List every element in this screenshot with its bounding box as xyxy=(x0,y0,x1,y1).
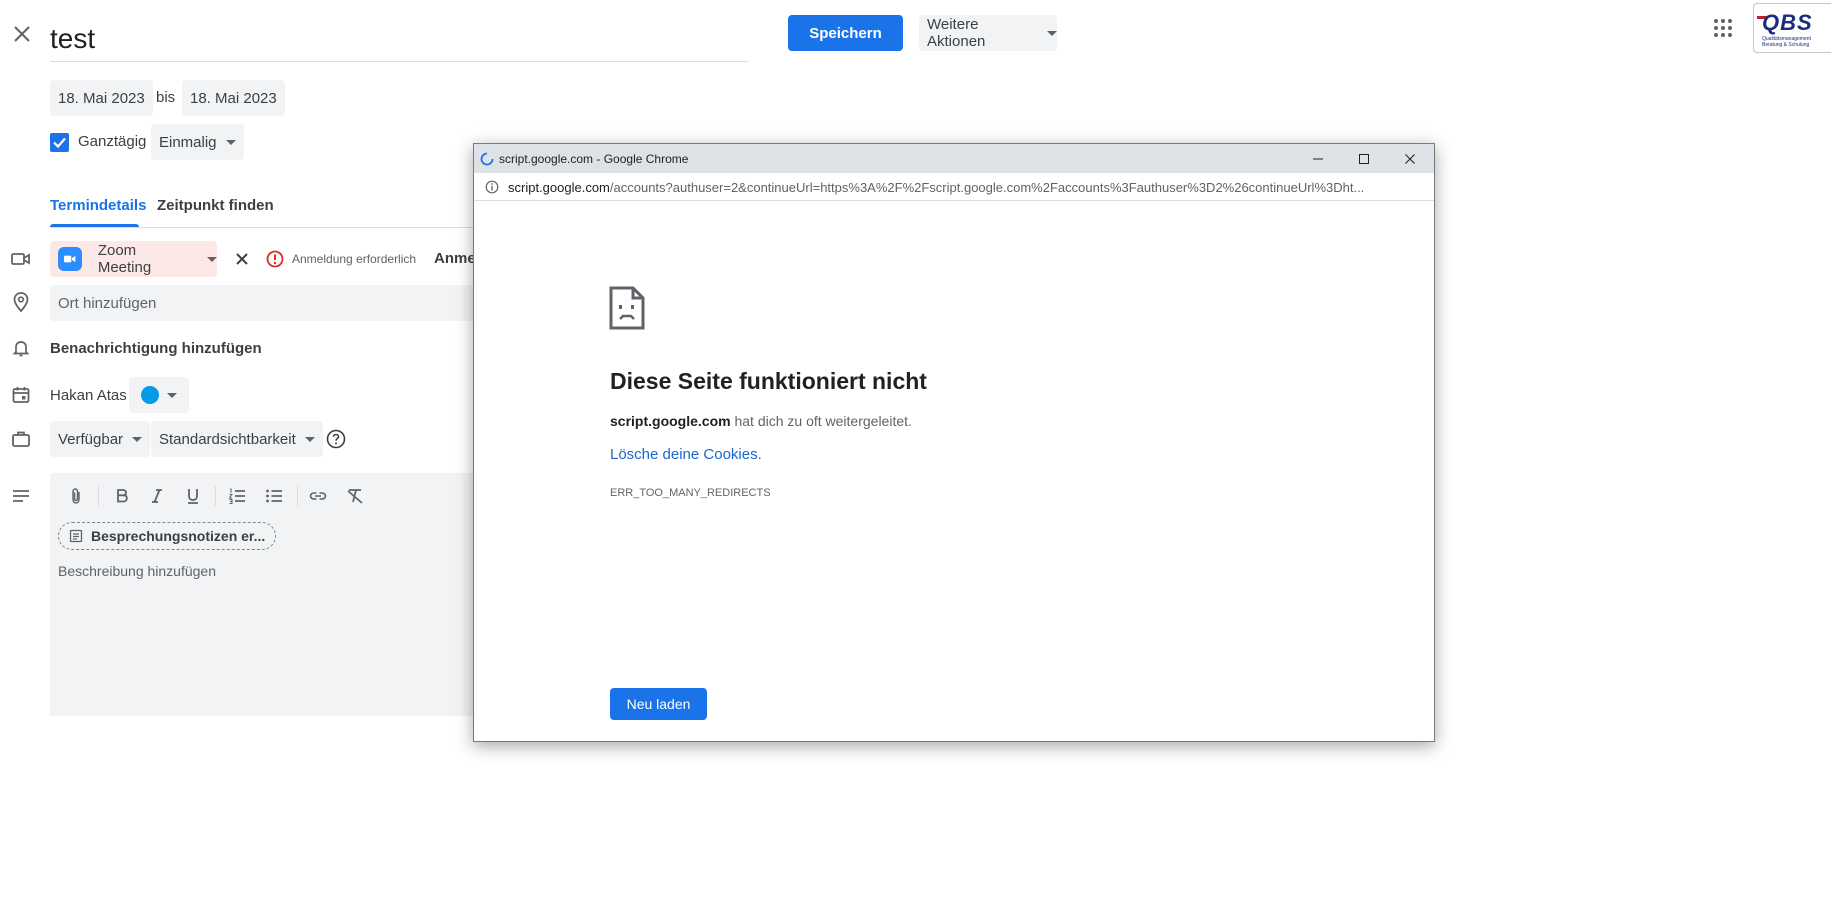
alert-icon xyxy=(265,249,285,269)
chevron-down-icon xyxy=(167,392,177,398)
bulleted-list-icon[interactable] xyxy=(264,486,284,506)
numbered-list-icon[interactable] xyxy=(227,486,247,506)
tabs-divider xyxy=(50,227,480,228)
more-actions-button[interactable]: Weitere Aktionen xyxy=(919,15,1057,51)
italic-icon[interactable] xyxy=(147,486,167,506)
chevron-down-icon xyxy=(207,256,217,262)
error-code: ERR_TOO_MANY_REDIRECTS xyxy=(610,487,771,499)
availability-dropdown[interactable]: Verfügbar xyxy=(50,421,151,457)
document-icon xyxy=(69,529,83,543)
chevron-down-icon xyxy=(225,139,236,145)
clear-cookies-link[interactable]: Lösche deine Cookies xyxy=(610,446,758,463)
meeting-notes-button[interactable]: Besprechungsnotizen er... xyxy=(58,522,276,550)
apps-grid-icon[interactable] xyxy=(1713,18,1733,38)
info-icon[interactable] xyxy=(485,180,499,194)
chevron-down-icon xyxy=(304,436,315,442)
logo-text: QBS xyxy=(1762,10,1813,35)
reload-button[interactable]: Neu laden xyxy=(610,688,707,720)
link-suffix: . xyxy=(757,446,762,463)
chevron-down-icon xyxy=(132,436,143,442)
start-date-button[interactable]: 18. Mai 2023 xyxy=(50,80,153,116)
repeat-label: Einmalig xyxy=(159,133,217,151)
location-input[interactable]: Ort hinzufügen xyxy=(50,285,490,321)
description-lines-icon xyxy=(10,485,32,507)
toolbar-divider xyxy=(215,486,216,506)
error-host: script.google.com xyxy=(610,413,731,429)
logo-subtext: Qualitätsmanagement Beratung & Schulung xyxy=(1762,36,1811,48)
underline-icon[interactable] xyxy=(183,486,203,506)
window-close-icon[interactable] xyxy=(1387,144,1433,173)
minimize-icon[interactable] xyxy=(1295,144,1341,173)
attachment-icon[interactable] xyxy=(66,486,86,506)
video-camera-icon xyxy=(10,248,32,270)
url-path: /accounts?authuser=2&continueUrl=https%3… xyxy=(609,180,1365,195)
description-editor xyxy=(50,473,490,716)
briefcase-icon xyxy=(10,428,32,450)
calendar-owner: Hakan Atas xyxy=(50,387,127,404)
clear-formatting-icon[interactable] xyxy=(345,486,365,506)
description-placeholder[interactable]: Beschreibung hinzufügen xyxy=(58,563,216,579)
calendar-icon xyxy=(10,384,32,406)
save-button[interactable]: Speichern xyxy=(788,15,903,51)
loading-spinner-icon xyxy=(480,152,494,166)
sad-page-icon xyxy=(609,286,645,330)
tab-find-time[interactable]: Zeitpunkt finden xyxy=(157,197,274,214)
meeting-notes-label: Besprechungsnotizen er... xyxy=(91,528,266,544)
popup-url: script.google.com/accounts?authuser=2&co… xyxy=(508,180,1428,195)
chrome-popup-window: script.google.com - Google Chrome script… xyxy=(473,143,1435,742)
maximize-icon[interactable] xyxy=(1341,144,1387,173)
popup-address-bar[interactable]: script.google.com/accounts?authuser=2&co… xyxy=(474,173,1434,201)
location-pin-icon xyxy=(10,291,32,313)
visibility-dropdown[interactable]: Standardsichtbarkeit xyxy=(151,421,323,457)
visibility-label: Standardsichtbarkeit xyxy=(159,430,296,448)
clear-cookies-text: Lösche deine Cookies. xyxy=(610,446,762,463)
help-icon[interactable] xyxy=(325,428,347,450)
conference-dropdown[interactable]: Zoom Meeting xyxy=(50,241,217,277)
signin-required-text: Anmeldung erforderlich xyxy=(292,252,417,266)
date-separator: bis xyxy=(156,89,176,106)
toolbar-divider xyxy=(297,486,298,506)
calendar-color-picker[interactable] xyxy=(129,377,189,413)
signin-link[interactable]: Anme xyxy=(434,250,476,267)
chevron-down-icon xyxy=(1047,30,1057,36)
error-description: script.google.com hat dich zu oft weiter… xyxy=(610,413,912,429)
color-dot xyxy=(141,386,159,404)
event-title-input[interactable] xyxy=(50,16,748,62)
all-day-checkbox[interactable] xyxy=(50,133,69,152)
repeat-dropdown[interactable]: Einmalig xyxy=(151,124,244,160)
error-heading: Diese Seite funktioniert nicht xyxy=(610,368,927,394)
zoom-logo-icon xyxy=(58,247,82,271)
more-actions-label: Weitere Aktionen xyxy=(927,16,986,50)
error-message: hat dich zu oft weitergeleitet. xyxy=(730,413,912,429)
bell-icon xyxy=(10,337,32,359)
link-icon[interactable] xyxy=(308,486,328,506)
url-host: script.google.com xyxy=(508,180,610,195)
bold-icon[interactable] xyxy=(112,486,132,506)
close-icon[interactable] xyxy=(10,22,34,46)
availability-label: Verfügbar xyxy=(58,430,124,448)
end-date-button[interactable]: 18. Mai 2023 xyxy=(182,80,285,116)
all-day-label: Ganztägig xyxy=(78,133,147,150)
tab-event-details[interactable]: Termindetails xyxy=(50,197,146,214)
account-logo[interactable]: QBS Qualitätsmanagement Beratung & Schul… xyxy=(1753,3,1831,53)
conference-label: Zoom Meeting xyxy=(97,242,152,276)
add-notification-button[interactable]: Benachrichtigung hinzufügen xyxy=(50,340,262,357)
toolbar-divider xyxy=(98,486,99,506)
popup-window-title: script.google.com - Google Chrome xyxy=(499,152,689,166)
remove-conference-icon[interactable] xyxy=(232,249,252,269)
popup-title-bar[interactable]: script.google.com - Google Chrome xyxy=(474,144,1434,173)
